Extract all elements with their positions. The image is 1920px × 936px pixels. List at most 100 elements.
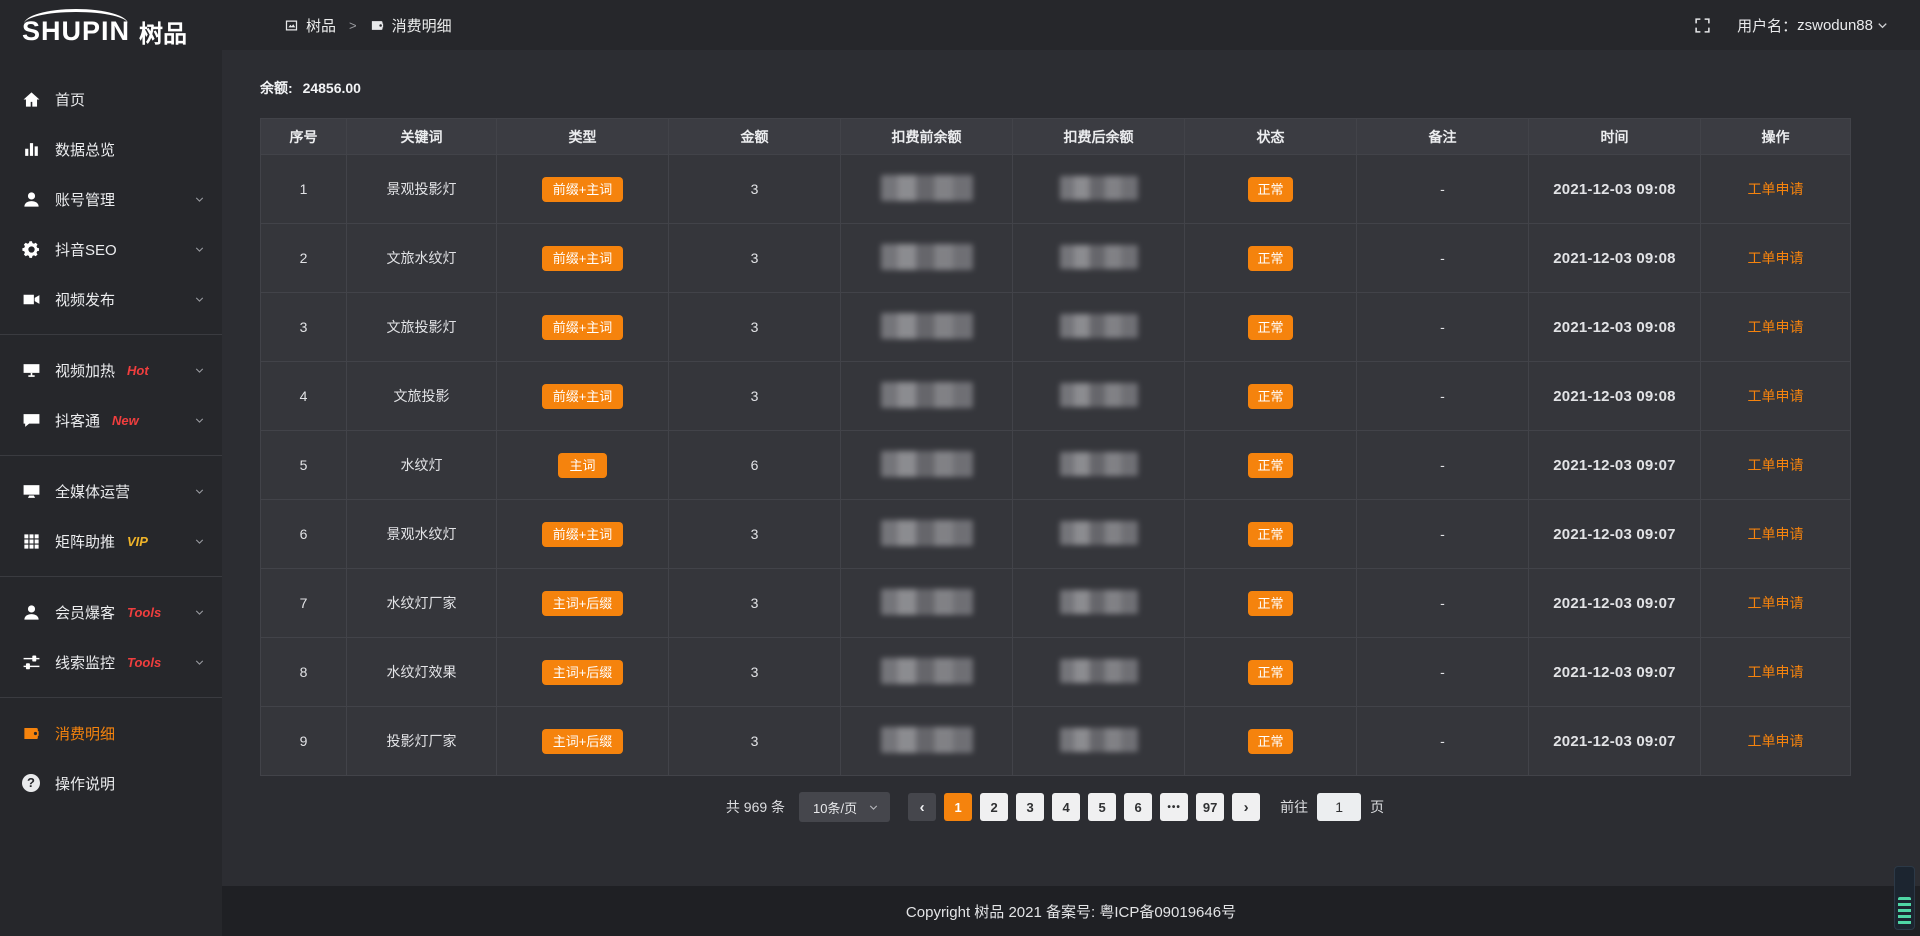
page-button-97[interactable]: 97 (1196, 793, 1224, 821)
next-page-button[interactable]: › (1232, 793, 1260, 821)
balance-label: 余额: (260, 80, 293, 96)
work-order-link[interactable]: 工单申请 (1748, 181, 1804, 197)
breadcrumb-home[interactable]: 树品 (306, 15, 336, 36)
app-square-icon (284, 18, 299, 33)
column-header: 金额 (669, 119, 841, 155)
sidebar-item-user-group[interactable]: 会员爆客Tools (0, 587, 222, 637)
page-size-select[interactable]: 10条/页 (799, 792, 890, 822)
type-badge: 前缀+主词 (497, 155, 669, 224)
keyword: 文旅投影 (347, 362, 497, 431)
work-order-link[interactable]: 工单申请 (1748, 733, 1804, 749)
work-order-link[interactable]: 工单申请 (1748, 388, 1804, 404)
keyword: 水纹灯厂家 (347, 569, 497, 638)
time: 2021-12-03 09:08 (1529, 362, 1701, 431)
masked-balance (881, 244, 973, 270)
type-badge: 前缀+主词 (497, 293, 669, 362)
work-order-link[interactable]: 工单申请 (1748, 526, 1804, 542)
remark: - (1357, 224, 1529, 293)
chevron-down-icon (193, 606, 206, 619)
app-logo: SHUPIN 树品 (0, 0, 222, 62)
sidebar-badge-hot: Hot (127, 363, 149, 378)
work-order-link[interactable]: 工单申请 (1748, 250, 1804, 266)
breadcrumb: 树品 > 消费明细 (284, 15, 452, 36)
logo-text-en: SHUPIN (22, 16, 130, 47)
pre-balance-masked (841, 224, 1013, 293)
keyword: 景观投影灯 (347, 155, 497, 224)
user-menu[interactable]: 用户名： zswodun88 (1737, 15, 1890, 36)
action: 工单申请 (1701, 155, 1851, 224)
amount: 3 (669, 293, 841, 362)
sidebar-item-label: 矩阵助推 (55, 531, 115, 552)
consumption-table: 序号关键词类型金额扣费前余额扣费后余额状态备注时间操作 1景观投影灯前缀+主词3… (260, 118, 1851, 776)
sidebar-item-screen[interactable]: 视频加热 Hot (0, 345, 222, 395)
type-badge: 前缀+主词 (542, 177, 624, 202)
sidebar-item-grid[interactable]: 矩阵助推VIP (0, 516, 222, 566)
bar-chart-icon (22, 140, 41, 159)
status-badge-cell: 正常 (1185, 707, 1357, 776)
status-badge: 正常 (1248, 177, 1292, 202)
sidebar-item-comment[interactable]: 抖客通New (0, 395, 222, 445)
breadcrumb-separator: > (349, 18, 357, 33)
table-row: 4文旅投影前缀+主词3正常-2021-12-03 09:08工单申请 (261, 362, 1851, 431)
remark: - (1357, 293, 1529, 362)
status-badge-cell: 正常 (1185, 362, 1357, 431)
row-index: 3 (261, 293, 347, 362)
page-button-2[interactable]: 2 (980, 793, 1008, 821)
page-button-3[interactable]: 3 (1016, 793, 1044, 821)
sidebar-item-wallet[interactable]: 消费明细 (0, 708, 222, 758)
keyword: 水纹灯 (347, 431, 497, 500)
sidebar-item-sliders[interactable]: 线索监控Tools (0, 637, 222, 687)
sidebar-item-bar-chart[interactable]: 数据总览 (0, 124, 222, 174)
sidebar-item-gear[interactable]: 抖音SEO (0, 224, 222, 274)
row-index: 4 (261, 362, 347, 431)
masked-balance (1060, 452, 1138, 476)
type-badge: 主词+后缀 (542, 729, 624, 754)
action: 工单申请 (1701, 431, 1851, 500)
masked-balance (881, 313, 973, 339)
work-order-link[interactable]: 工单申请 (1748, 457, 1804, 473)
status-badge: 正常 (1248, 591, 1292, 616)
type-badge: 主词+后缀 (542, 591, 624, 616)
type-badge: 主词+后缀 (497, 638, 669, 707)
column-header: 状态 (1185, 119, 1357, 155)
work-order-link[interactable]: 工单申请 (1748, 664, 1804, 680)
wallet-icon (22, 724, 41, 743)
action: 工单申请 (1701, 500, 1851, 569)
masked-balance (1060, 314, 1138, 338)
goto-page-input[interactable] (1317, 793, 1361, 821)
keyword: 水纹灯效果 (347, 638, 497, 707)
home-icon (22, 90, 41, 109)
pre-balance-masked (841, 569, 1013, 638)
row-index: 8 (261, 638, 347, 707)
sidebar-item-monitor[interactable]: 全媒体运营 (0, 466, 222, 516)
page-button-6[interactable]: 6 (1124, 793, 1152, 821)
post-balance-masked (1013, 431, 1185, 500)
sidebar-item-label: 视频发布 (55, 289, 115, 310)
sidebar-item-home[interactable]: 首页 (0, 74, 222, 124)
post-balance-masked (1013, 638, 1185, 707)
work-order-link[interactable]: 工单申请 (1748, 595, 1804, 611)
sidebar-item-video[interactable]: 视频发布 (0, 274, 222, 324)
remark: - (1357, 500, 1529, 569)
sidebar-item-user[interactable]: 账号管理 (0, 174, 222, 224)
type-badge: 前缀+主词 (497, 362, 669, 431)
wallet-icon (370, 18, 385, 33)
monitor-icon (22, 482, 41, 501)
page-button-4[interactable]: 4 (1052, 793, 1080, 821)
user-icon (22, 190, 41, 209)
amount: 3 (669, 224, 841, 293)
sidebar-badge-tools: Tools (127, 655, 161, 670)
pre-balance-masked (841, 293, 1013, 362)
sidebar-badge-tools: Tools (127, 605, 161, 620)
work-order-link[interactable]: 工单申请 (1748, 319, 1804, 335)
sidebar-item-question[interactable]: ?操作说明 (0, 758, 222, 808)
page-button-1[interactable]: 1 (944, 793, 972, 821)
prev-page-button[interactable]: ‹ (908, 793, 936, 821)
balance: 余额: 24856.00 (260, 78, 1920, 98)
page-button-5[interactable]: 5 (1088, 793, 1116, 821)
row-index: 7 (261, 569, 347, 638)
fullscreen-icon[interactable] (1694, 17, 1711, 34)
action: 工单申请 (1701, 293, 1851, 362)
more-pages-button[interactable]: ••• (1160, 793, 1188, 821)
sidebar-item-label: 视频加热 (55, 360, 115, 381)
